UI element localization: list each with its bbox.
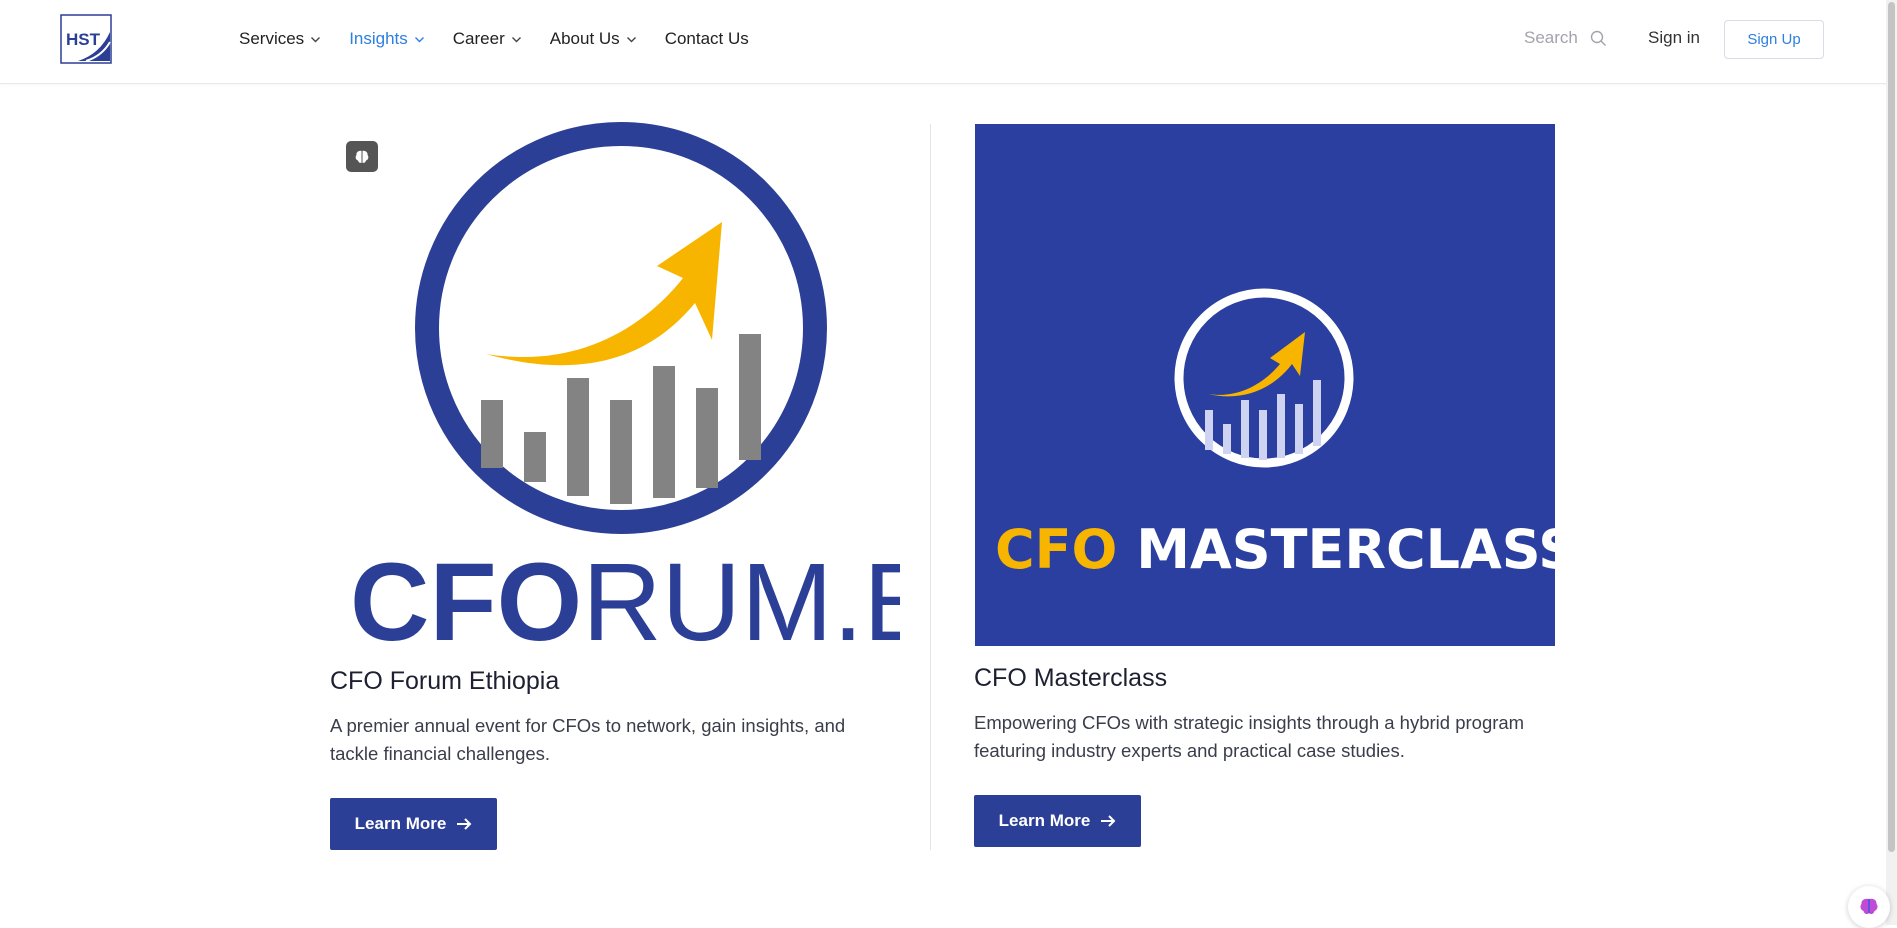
card-description: A premier annual event for CFOs to netwo…: [330, 715, 846, 764]
search-box[interactable]: Search: [1524, 28, 1607, 48]
brain-icon[interactable]: [346, 141, 378, 172]
signin-link[interactable]: Sign in: [1648, 28, 1700, 48]
svg-text:CFO MASTERCLASS: CFO MASTERCLASS: [995, 518, 1555, 581]
card-title: CFO Forum Ethiopia: [330, 667, 560, 695]
brain-icon: [1860, 898, 1878, 915]
search-placeholder: Search: [1524, 28, 1578, 47]
learn-more-button[interactable]: Learn More: [974, 795, 1141, 847]
main-nav: Services Insights Career About Us Contac…: [239, 27, 777, 51]
arrow-right-icon: [1101, 815, 1116, 827]
hst-logo[interactable]: HST: [60, 14, 112, 64]
nav-insights[interactable]: Insights: [349, 27, 425, 51]
chevron-down-icon: [626, 36, 636, 42]
chevron-down-icon: [311, 36, 321, 42]
chevron-down-icon: [414, 36, 424, 42]
cfo-forum-image[interactable]: CFORUM.ET: [330, 120, 1004, 664]
nav-about-us[interactable]: About Us: [550, 27, 637, 51]
nav-contact-us[interactable]: Contact Us: [665, 27, 749, 51]
arrow-right-icon: [457, 818, 472, 830]
svg-text:CFORUM.ET: CFORUM.ET: [350, 541, 900, 650]
scrollbar-thumb[interactable]: [1888, 2, 1895, 852]
nav-career[interactable]: Career: [453, 27, 522, 51]
assistant-widget-button[interactable]: [1848, 886, 1890, 928]
card-description: Empowering CFOs with strategic insights …: [974, 712, 1525, 761]
chevron-down-icon: [511, 36, 521, 42]
column-divider: [930, 124, 931, 850]
svg-text:HST: HST: [66, 30, 101, 49]
nav-services[interactable]: Services: [239, 27, 321, 51]
cfo-masterclass-image[interactable]: CFO MASTERCLASS: [975, 124, 1577, 646]
search-icon: [1590, 30, 1606, 46]
signup-button[interactable]: Sign Up: [1724, 20, 1824, 59]
site-header: HST Services Insights Career About Us Co…: [0, 0, 1897, 84]
card-title: CFO Masterclass: [974, 664, 1168, 692]
learn-more-button[interactable]: Learn More: [330, 798, 497, 850]
